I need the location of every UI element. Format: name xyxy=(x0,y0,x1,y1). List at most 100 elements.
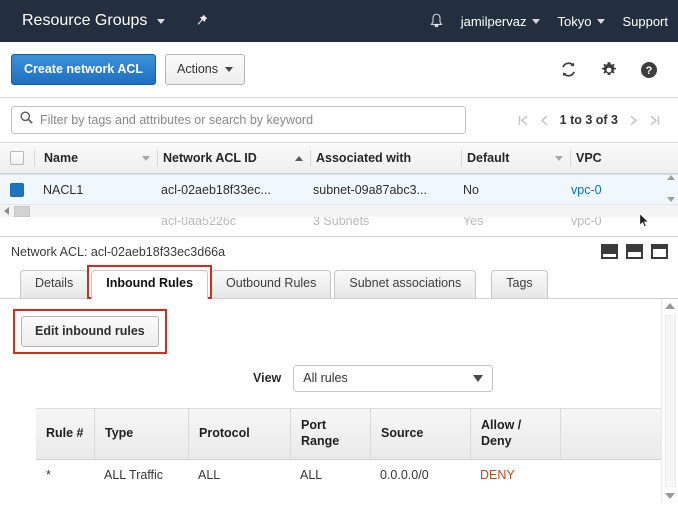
panel-size-large-icon[interactable] xyxy=(651,244,668,259)
detail-tab-bar: Details Inbound Rules Outbound Rules Sub… xyxy=(0,265,678,299)
cell-protocol: ALL xyxy=(198,467,221,482)
tab-tags[interactable]: Tags xyxy=(491,270,548,298)
table-row[interactable]: NACL1 acl-02aeb18f33ec... subnet-09a87ab… xyxy=(0,174,678,205)
table-header-row: Name Network ACL ID Associated with Defa… xyxy=(0,142,678,174)
cell-allow-deny: DENY xyxy=(480,467,515,482)
column-label-line1: Port xyxy=(301,417,326,432)
cell-rule-number: * xyxy=(46,467,51,482)
cell-associated-with: subnet-09a87abc3... xyxy=(313,182,427,197)
search-box[interactable] xyxy=(11,106,466,134)
sort-descending-icon xyxy=(142,155,150,161)
rules-column-header-allow-deny: Allow / Deny xyxy=(470,408,560,459)
cell-vpc-link[interactable]: vpc-0 xyxy=(566,183,626,197)
rules-column-header-port-range: Port Range xyxy=(290,408,370,459)
detail-title-value: acl-02aeb18f33ec3d66a xyxy=(90,244,226,259)
column-label-line1: Allow / xyxy=(481,417,522,432)
scroll-down-icon[interactable] xyxy=(665,493,675,499)
view-rules-select[interactable]: All rules xyxy=(293,364,494,392)
column-header-vpc[interactable]: VPC xyxy=(571,151,631,165)
tab-subnet-associations[interactable]: Subnet associations xyxy=(334,270,477,298)
table-horizontal-scrollbar[interactable] xyxy=(0,204,678,217)
scroll-left-icon[interactable] xyxy=(0,207,13,215)
next-page-icon[interactable] xyxy=(629,114,638,127)
cell-name: NACL1 xyxy=(43,182,84,197)
gear-icon[interactable] xyxy=(600,61,618,79)
mouse-cursor-icon xyxy=(639,212,650,233)
rules-column-header-spacer xyxy=(560,408,610,459)
panel-size-controls xyxy=(601,244,668,259)
panel-size-medium-icon[interactable] xyxy=(626,244,643,259)
tab-outbound-rules[interactable]: Outbound Rules xyxy=(211,270,332,298)
refresh-icon[interactable] xyxy=(559,60,578,79)
sort-ascending-icon xyxy=(295,155,303,161)
panel-size-small-icon[interactable] xyxy=(601,244,618,259)
support-menu[interactable]: Support xyxy=(622,14,668,29)
chevron-down-icon xyxy=(473,374,484,382)
cell-spacer xyxy=(560,460,610,490)
column-label-wrapped: Port Range xyxy=(301,418,339,449)
scroll-up-icon[interactable] xyxy=(667,175,675,180)
nav-left-group: Resource Groups xyxy=(0,12,208,30)
row-checkbox[interactable] xyxy=(0,182,34,197)
toolbar-icon-group: ? xyxy=(559,60,666,79)
bell-icon[interactable] xyxy=(429,13,444,29)
column-header-associated-with[interactable]: Associated with xyxy=(311,151,461,165)
rules-column-header-protocol: Protocol xyxy=(188,408,290,459)
account-label: jamilpervaz xyxy=(460,13,527,29)
resource-groups-label[interactable]: Resource Groups xyxy=(22,12,147,30)
inbound-rules-table: Rule # Type Protocol Port Range Source A… xyxy=(36,407,661,490)
top-navigation-bar: Resource Groups jamilpervaz Tokyo Suppor… xyxy=(0,0,678,42)
column-header-network-acl-id[interactable]: Network ACL ID xyxy=(158,151,310,165)
cell-default: No xyxy=(463,182,479,197)
view-rules-selected-value: All rules xyxy=(303,371,348,385)
last-page-icon[interactable] xyxy=(649,114,660,127)
column-label: Associated with xyxy=(316,151,412,165)
region-menu[interactable]: Tokyo xyxy=(557,13,606,29)
cell-network-acl-id: acl-02aeb18f33ec... xyxy=(161,182,271,197)
column-label-wrapped: Allow / Deny xyxy=(481,418,521,449)
edit-inbound-rules-button[interactable]: Edit inbound rules xyxy=(21,316,159,347)
rules-vertical-scrollbar[interactable] xyxy=(661,299,678,503)
tab-inbound-rules[interactable]: Inbound Rules xyxy=(91,270,209,299)
chevron-down-icon xyxy=(532,18,541,24)
table-vertical-scrollbar[interactable] xyxy=(664,173,678,204)
scrollbar-thumb[interactable] xyxy=(14,205,30,217)
detail-panel-title: Network ACL: acl-02aeb18f33ec3d66a xyxy=(11,245,225,259)
column-header-default[interactable]: Default xyxy=(462,151,570,165)
column-label: Name xyxy=(44,151,79,165)
column-label: Rule # xyxy=(46,425,84,440)
checkbox-icon xyxy=(10,151,24,165)
edit-inbound-rules-wrapper: Edit inbound rules xyxy=(13,309,167,354)
chevron-down-icon xyxy=(225,67,234,72)
first-page-icon[interactable] xyxy=(518,114,529,127)
column-label: Default xyxy=(467,151,510,165)
tab-details[interactable]: Details xyxy=(20,270,89,298)
search-input[interactable] xyxy=(40,113,457,127)
account-menu[interactable]: jamilpervaz xyxy=(461,14,541,29)
select-all-checkbox[interactable] xyxy=(0,151,34,165)
scrollbar-track[interactable] xyxy=(665,315,676,487)
help-icon[interactable]: ? xyxy=(640,61,658,79)
cell-source: 0.0.0.0/0 xyxy=(380,467,429,482)
column-label: Protocol xyxy=(199,425,250,440)
previous-page-icon[interactable] xyxy=(540,114,549,127)
chevron-down-icon[interactable] xyxy=(157,18,166,24)
region-label: Tokyo xyxy=(557,13,592,29)
scroll-down-icon[interactable] xyxy=(667,197,675,202)
column-label: VPC xyxy=(576,151,602,165)
scroll-up-icon[interactable] xyxy=(665,303,675,309)
cell-port-range: ALL xyxy=(300,467,323,482)
view-label: View xyxy=(253,371,282,385)
pagination-count-label: 1 to 3 of 3 xyxy=(559,113,618,127)
rules-column-header-source: Source xyxy=(370,408,470,459)
pagination-controls: 1 to 3 of 3 xyxy=(518,113,666,127)
tab-inbound-rules-wrapper: Inbound Rules xyxy=(87,265,213,299)
pin-icon[interactable] xyxy=(195,14,208,29)
view-filter-row: View All rules xyxy=(0,364,678,392)
actions-dropdown-button[interactable]: Actions xyxy=(165,54,246,85)
column-header-name[interactable]: Name xyxy=(35,151,157,165)
search-and-pagination-row: 1 to 3 of 3 xyxy=(0,98,678,142)
create-network-acl-button[interactable]: Create network ACL xyxy=(11,54,157,85)
network-acl-table: Name Network ACL ID Associated with Defa… xyxy=(0,142,678,236)
rules-header-row: Rule # Type Protocol Port Range Source A… xyxy=(36,407,661,460)
